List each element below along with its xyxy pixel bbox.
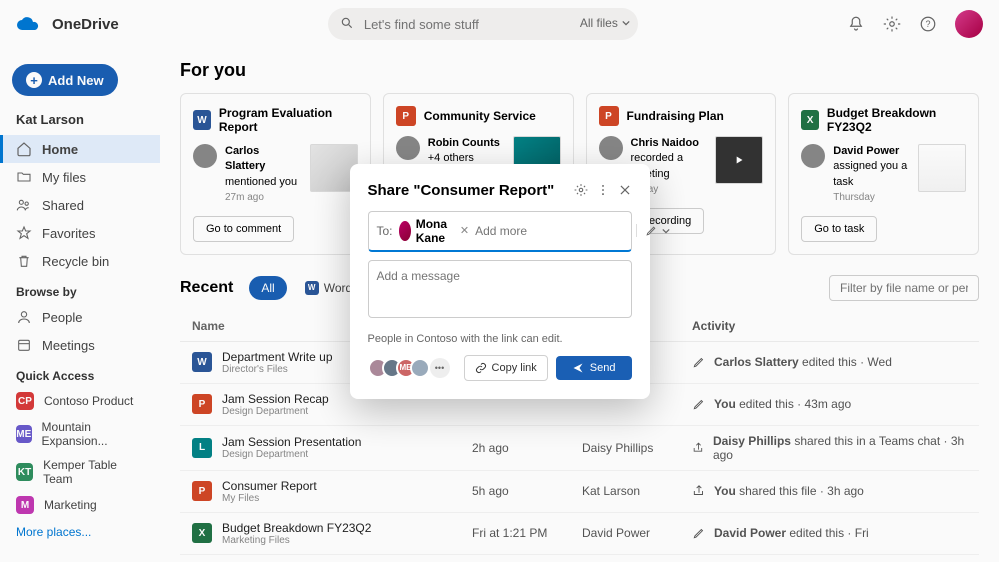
permission-dropdown[interactable]	[636, 224, 670, 237]
more-icon[interactable]	[596, 183, 610, 197]
send-icon	[572, 362, 584, 374]
message-input[interactable]	[368, 260, 632, 318]
share-dialog: Share "Consumer Report" To: Mona Kane ✕ …	[350, 164, 650, 399]
permission-note: People in Contoso with the link can edit…	[368, 333, 632, 345]
dialog-title: Share "Consumer Report"	[368, 182, 566, 199]
close-icon[interactable]	[618, 183, 632, 197]
link-icon	[475, 362, 487, 374]
gear-icon[interactable]	[574, 183, 588, 197]
copy-link-button[interactable]: Copy link	[464, 355, 548, 381]
remove-chip-icon[interactable]: ✕	[460, 224, 469, 237]
recipients-field[interactable]: To: Mona Kane ✕	[368, 211, 632, 252]
chevron-down-icon	[662, 227, 670, 235]
send-button[interactable]: Send	[556, 356, 632, 380]
shared-with-avatars[interactable]: ME	[368, 358, 424, 378]
pencil-icon	[645, 224, 658, 237]
add-more-input[interactable]	[475, 224, 630, 238]
more-people-icon[interactable]: •••	[430, 358, 450, 378]
avatar-icon	[399, 221, 411, 241]
to-label: To:	[377, 224, 393, 238]
dialog-overlay: Share "Consumer Report" To: Mona Kane ✕ …	[0, 0, 999, 562]
recipient-chip: Mona Kane ✕	[399, 217, 470, 245]
